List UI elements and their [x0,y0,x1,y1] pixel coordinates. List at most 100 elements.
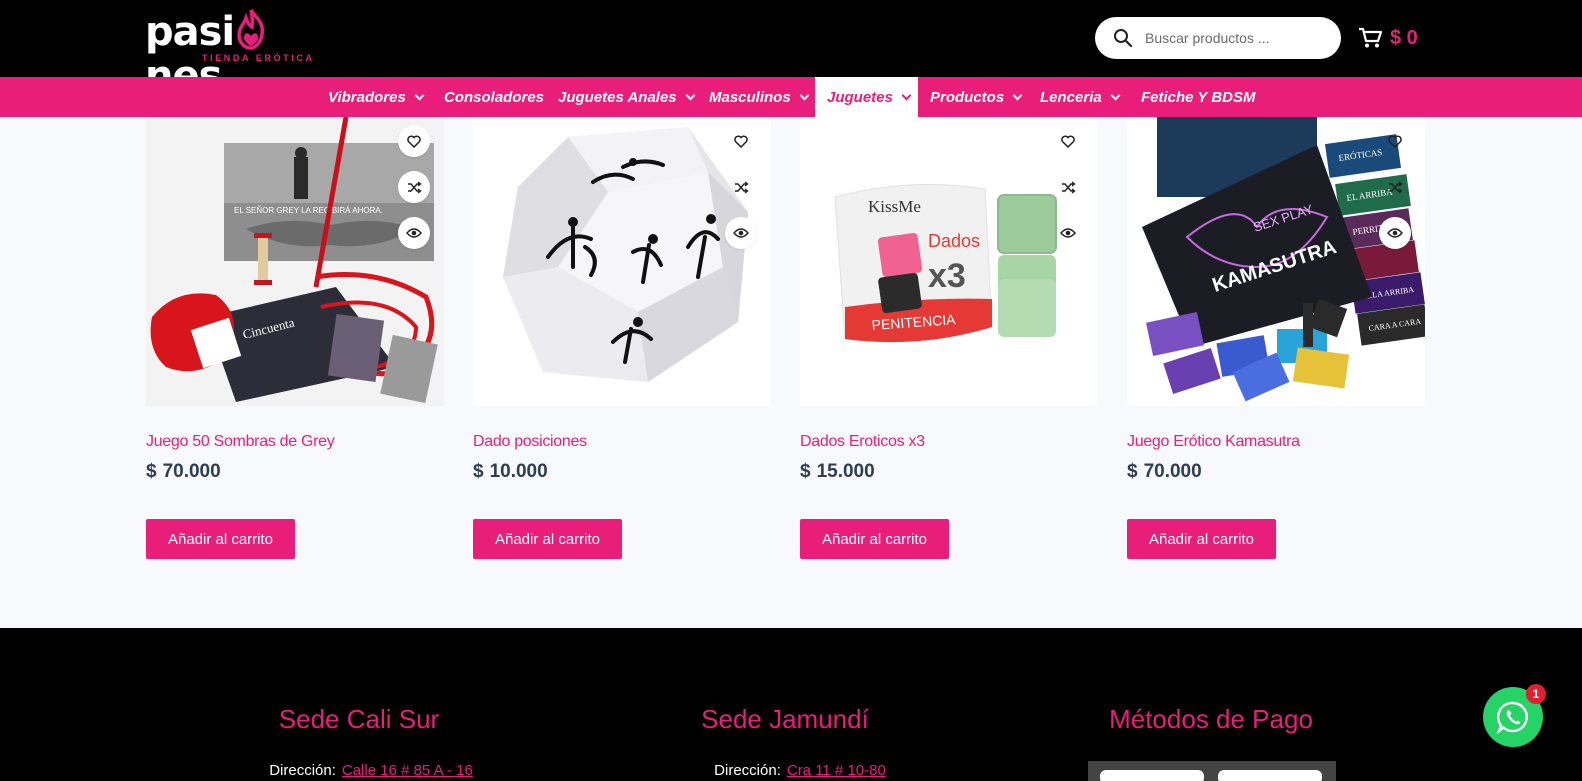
address-label: Dirección: [714,762,781,779]
brand-text: KissMe [868,197,921,216]
quick-view-button[interactable] [725,217,757,249]
footer-column-payment: Métodos de Pago [1061,704,1361,735]
wishlist-button[interactable] [1052,125,1084,157]
nav-item-consoladores[interactable]: Consoladores [444,77,544,117]
box-title-text: Dados [928,231,980,251]
footer-column-jamundi: Sede Jamundí [635,704,935,735]
product-image[interactable]: EL SEÑOR GREY LA RECIBIRÁ AHORA. Cincuen… [146,117,444,406]
box-text: EL SEÑOR GREY LA RECIBIRÁ AHORA. [234,206,383,215]
nav-item-masculinos[interactable]: Masculinos [709,77,810,117]
chevron-down-icon [799,90,810,100]
cart-button[interactable]: $ 0 [1358,22,1418,54]
address-label: Dirección: [269,762,336,779]
compare-button[interactable] [1379,171,1411,203]
chevron-down-icon [1110,90,1121,100]
price-value: 10.000 [489,461,548,482]
product-title[interactable]: Juego 50 Sombras de Grey [146,433,335,451]
heart-icon [407,135,421,148]
heart-icon [1061,135,1075,148]
cart-total: $ 0 [1390,26,1418,49]
product-title[interactable]: Dado posiciones [473,433,587,451]
footer-column-cali: Sede Cali Sur [209,704,509,735]
eye-icon [733,228,749,238]
product-actions [725,125,757,263]
payment-methods-image [1088,761,1336,781]
footer-address-cali: Dirección: Calle 16 # 85 A - 16 [221,762,521,779]
compare-button[interactable] [1052,171,1084,203]
search-input[interactable] [1145,17,1335,59]
nav-item-label: Juguetes [827,88,893,106]
shuffle-icon [1061,180,1076,194]
product-price: $70.000 [1127,461,1202,483]
price-value: 15.000 [816,461,875,482]
address-link[interactable]: Cra 11 # 10-80 [787,762,886,779]
footer-title: Sede Cali Sur [278,704,440,734]
wishlist-button[interactable] [725,125,757,157]
add-to-cart-button[interactable]: Añadir al carrito [146,519,295,559]
price-value: 70.000 [1143,461,1202,482]
quick-view-button[interactable] [1379,217,1411,249]
product-title[interactable]: Dados Eroticos x3 [800,433,925,451]
product-image[interactable]: KissMe Dados x3 PENITENCIA [800,117,1098,406]
compare-button[interactable] [398,171,430,203]
product-price: $70.000 [146,461,221,483]
logo-tagline: TIENDA ERÓTICA [202,53,315,63]
price-currency: $ [146,461,157,482]
nav-item-label: Juguetes Anales [558,88,677,106]
cart-icon [1359,27,1382,48]
address-link[interactable]: Calle 16 # 85 A - 16 [342,762,473,779]
site-header: pasines TIENDA ERÓTICA $ 0 [0,0,1582,98]
eye-icon [406,228,422,238]
nav-item-label: Fetiche Y BDSM [1141,88,1256,106]
site-footer: Sede Cali Sur Dirección: Calle 16 # 85 A … [0,628,1582,781]
nav-item-label: Lenceria [1040,88,1102,106]
chevron-down-icon [414,90,425,100]
price-currency: $ [1127,461,1138,482]
nav-item-lenceria[interactable]: Lenceria [1040,77,1121,117]
product-price: $15.000 [800,461,875,483]
product-image[interactable]: ERÓTICAS EL ARRIBA PERRITO ELLA ARRIBA C… [1127,117,1425,406]
footer-title: Sede Jamundí [701,704,869,734]
add-to-cart-button[interactable]: Añadir al carrito [473,519,622,559]
quick-view-button[interactable] [398,217,430,249]
product-actions [1052,125,1084,263]
wishlist-button[interactable] [1379,125,1411,157]
nav-item-vibradores[interactable]: Vibradores [328,77,425,117]
nav-item-label: Productos [930,88,1005,106]
price-currency: $ [800,461,811,482]
nav-item-juguetes[interactable]: Juguetes [815,77,918,117]
price-currency: $ [473,461,484,482]
price-value: 70.000 [162,461,221,482]
heart-icon [734,135,748,148]
product-actions [1379,125,1411,263]
main-nav: Vibradores Consoladores Juguetes Anales … [0,77,1582,117]
payment-logo [1100,770,1204,781]
shuffle-icon [734,180,749,194]
nav-item-label: Masculinos [709,88,791,106]
product-image[interactable] [473,117,771,406]
nav-item-productos[interactable]: Productos [930,77,1023,117]
eye-icon [1387,228,1403,238]
search-box [1095,17,1341,59]
quick-view-button[interactable] [1052,217,1084,249]
wishlist-button[interactable] [398,125,430,157]
shuffle-icon [407,180,422,194]
nav-item-fetiche-bdsm[interactable]: Fetiche Y BDSM [1141,77,1255,117]
eye-icon [1060,228,1076,238]
whatsapp-icon [1496,701,1528,734]
product-actions [398,125,430,263]
chevron-down-icon [685,90,696,100]
flame-icon [237,9,265,50]
footer-title: Métodos de Pago [1109,704,1313,734]
add-to-cart-button[interactable]: Añadir al carrito [800,519,949,559]
nav-item-label: Vibradores [328,88,406,106]
search-icon[interactable] [1113,28,1133,48]
product-title[interactable]: Juego Erótico Kamasutra [1127,433,1300,451]
notification-badge: 1 [1526,684,1546,704]
shuffle-icon [1388,180,1403,194]
add-to-cart-button[interactable]: Añadir al carrito [1127,519,1276,559]
nav-item-juguetes-anales[interactable]: Juguetes Anales [558,77,696,117]
footer-address-jamundi: Dirección: Cra 11 # 10-80 [650,762,950,779]
site-logo[interactable]: pasines TIENDA ERÓTICA [145,6,340,98]
compare-button[interactable] [725,171,757,203]
